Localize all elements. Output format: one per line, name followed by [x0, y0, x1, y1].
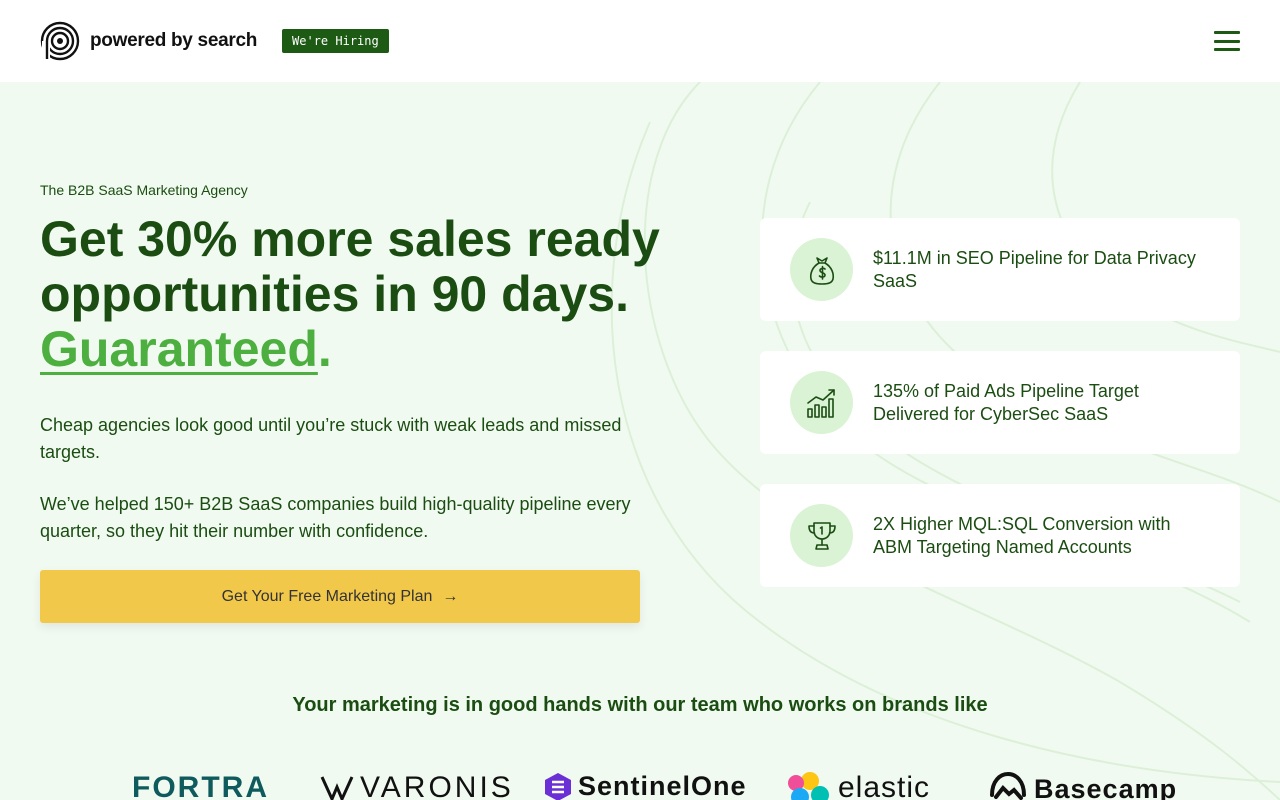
- free-marketing-plan-button[interactable]: Get Your Free Marketing Plan →: [40, 570, 640, 623]
- stat-text: $11.1M in SEO Pipeline for Data Privacy …: [873, 247, 1196, 291]
- headline-accent: Guaranteed: [40, 321, 318, 377]
- brand-logo-elastic: elastic: [786, 771, 930, 800]
- sentinelone-mark-icon: [545, 772, 571, 800]
- hero-headline: Get 30% more sales ready opportunities i…: [40, 212, 680, 377]
- hero-paragraph-1: Cheap agencies look good until you’re st…: [40, 415, 622, 462]
- headline-dot: .: [317, 321, 332, 377]
- site-header: powered by search We're Hiring: [0, 0, 1280, 82]
- basecamp-mark-icon: [990, 771, 1026, 800]
- brand-logo-sentinelone: SentinelOne: [544, 771, 747, 800]
- logo[interactable]: powered by search: [40, 21, 257, 61]
- hiring-badge[interactable]: We're Hiring: [282, 29, 389, 53]
- cta-label: Get Your Free Marketing Plan: [221, 587, 433, 605]
- hamburger-menu-icon[interactable]: [1214, 31, 1240, 51]
- eyebrow-text: The B2B SaaS Marketing Agency: [40, 182, 248, 198]
- bar-chart-growth-icon: [790, 371, 853, 434]
- stat-card-abm: 2X Higher MQL:SQL Conversion with ABM Ta…: [760, 484, 1240, 587]
- stat-text: 135% of Paid Ads Pipeline Target Deliver…: [873, 380, 1139, 424]
- stat-text: 2X Higher MQL:SQL Conversion with ABM Ta…: [873, 513, 1171, 557]
- arrow-right-icon: →: [442, 587, 459, 605]
- stat-card-paid-ads: 135% of Paid Ads Pipeline Target Deliver…: [760, 351, 1240, 454]
- trophy-icon: [790, 504, 853, 567]
- brand-logo-fortra: FORTRA: [132, 771, 269, 800]
- stat-card-seo: $11.1M in SEO Pipeline for Data Privacy …: [760, 218, 1240, 321]
- brand-logo-varonis: VARONIS: [320, 771, 514, 800]
- logo-text: powered by search: [90, 30, 258, 51]
- elastic-mark-icon: [788, 772, 829, 800]
- money-bag-icon: [790, 238, 853, 301]
- varonis-mark-icon: [320, 776, 354, 800]
- brand-logos-strip: FORTRA VARONIS SentinelOne elastic Basec…: [0, 766, 1280, 800]
- hero-section: The B2B SaaS Marketing Agency Get 30% mo…: [0, 82, 1280, 800]
- headline-main: Get 30% more sales ready opportunities i…: [40, 211, 660, 322]
- brands-title: Your marketing is in good hands with our…: [292, 694, 988, 716]
- brand-logo-basecamp: Basecamp: [988, 771, 1177, 800]
- powered-by-search-logo-icon: [40, 21, 80, 61]
- hero-paragraph-2: We’ve helped 150+ B2B SaaS companies bui…: [40, 494, 631, 541]
